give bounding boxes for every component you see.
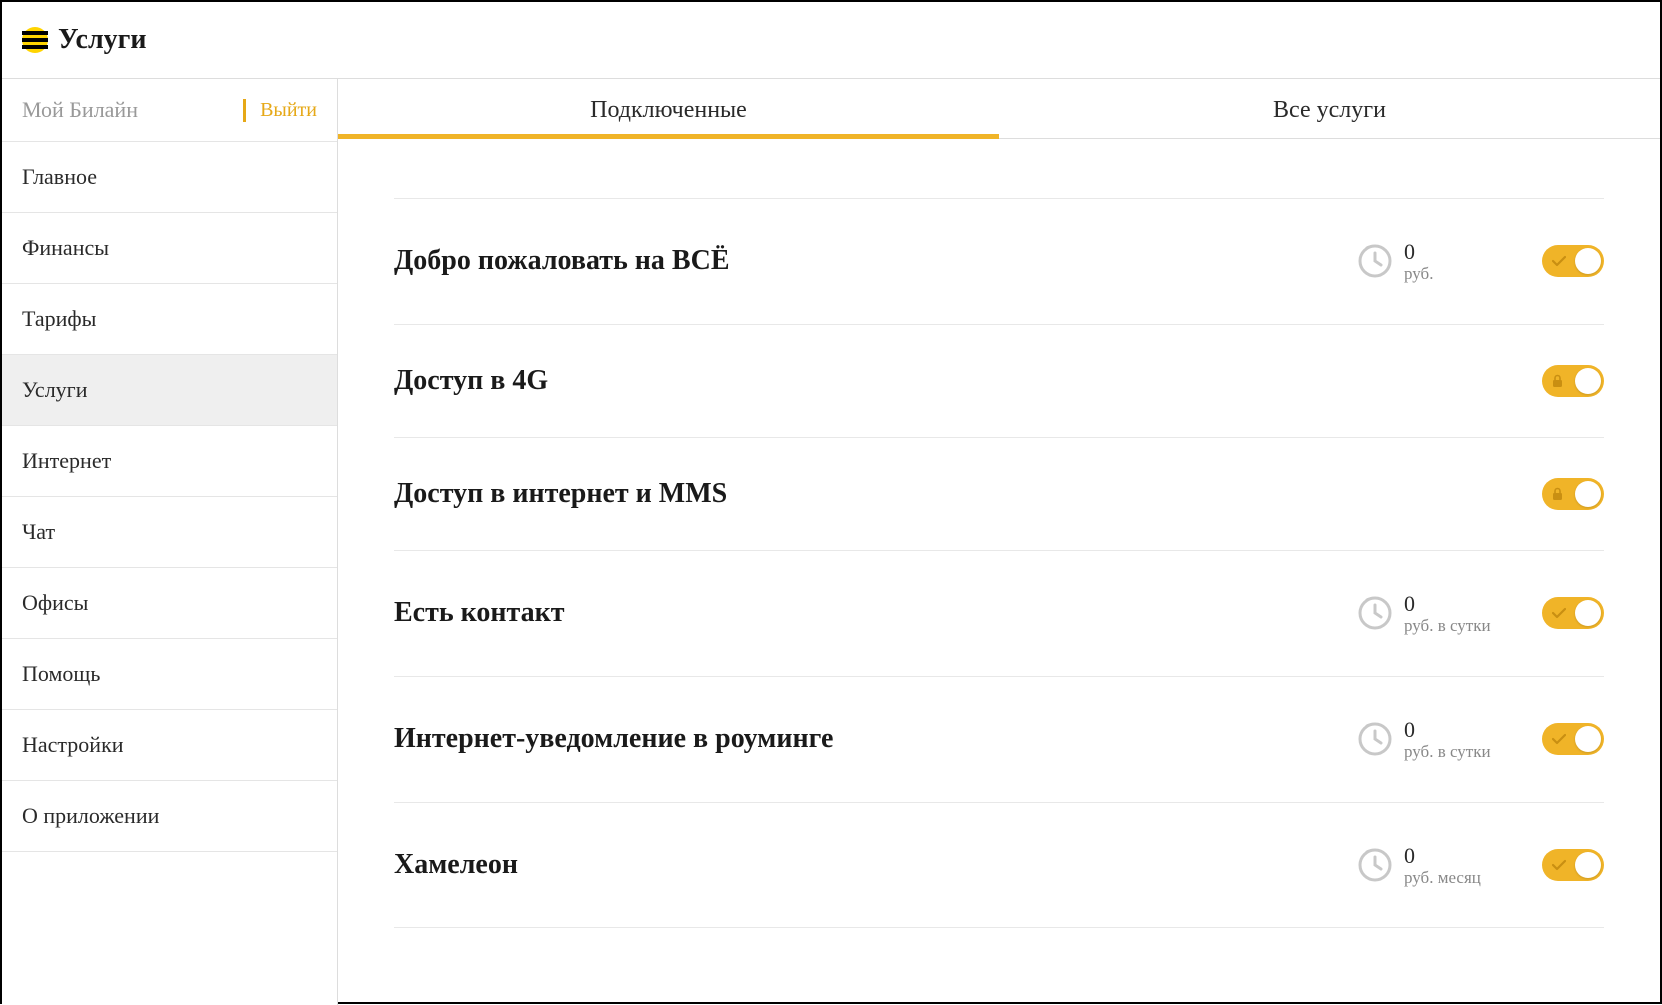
toggle-indicator <box>1552 859 1566 871</box>
sidebar-item-1[interactable]: Финансы <box>2 213 337 284</box>
service-toggle[interactable] <box>1542 597 1604 629</box>
price-amount: 0 <box>1404 843 1481 868</box>
service-title[interactable]: Интернет-уведомление в роуминге <box>394 723 1334 755</box>
price-text: 0руб. в сутки <box>1404 591 1491 636</box>
service-row: Интернет-уведомление в роуминге 0руб. в с… <box>394 677 1604 803</box>
toggle-knob <box>1575 481 1601 507</box>
sidebar-item-7[interactable]: Помощь <box>2 639 337 710</box>
sidebar-nav: ГлавноеФинансыТарифыУслугиИнтернетЧатОфи… <box>2 142 337 852</box>
price-unit: руб. месяц <box>1404 868 1481 888</box>
sidebar-item-3[interactable]: Услуги <box>2 355 337 426</box>
main: ПодключенныеВсе услуги Добро пожаловать … <box>338 79 1660 1005</box>
price-text: 0руб. месяц <box>1404 843 1481 888</box>
toggle-knob <box>1575 600 1601 626</box>
price-block: 0руб. <box>1358 239 1518 284</box>
price-amount: 0 <box>1404 591 1491 616</box>
price-unit: руб. в сутки <box>1404 616 1491 636</box>
sidebar-item-0[interactable]: Главное <box>2 142 337 213</box>
logout-button[interactable]: Выйти <box>243 99 317 122</box>
price-amount: 0 <box>1404 717 1491 742</box>
price-unit: руб. <box>1404 264 1433 284</box>
toggle-knob <box>1575 248 1601 274</box>
price-block: 0руб. в сутки <box>1358 717 1518 762</box>
service-title[interactable]: Доступ в интернет и MMS <box>394 478 1334 510</box>
sidebar-item-6[interactable]: Офисы <box>2 568 337 639</box>
sidebar-top: Мой Билайн Выйти <box>2 79 337 142</box>
price-block: 0руб. в сутки <box>1358 591 1518 636</box>
toggle-indicator <box>1552 255 1566 267</box>
service-row: Доступ в интернет и MMS <box>394 438 1604 551</box>
sidebar-item-8[interactable]: Настройки <box>2 710 337 781</box>
clock-icon <box>1358 596 1392 630</box>
price-block: 0руб. месяц <box>1358 843 1518 888</box>
beeline-logo-icon <box>22 27 48 53</box>
toggle-knob <box>1575 726 1601 752</box>
service-row: Хамелеон 0руб. месяц <box>394 803 1604 929</box>
clock-icon <box>1358 244 1392 278</box>
price-unit: руб. в сутки <box>1404 742 1491 762</box>
service-row: Доступ в 4G <box>394 325 1604 438</box>
check-icon <box>1552 733 1566 745</box>
lock-icon <box>1552 487 1563 501</box>
service-toggle[interactable] <box>1542 849 1604 881</box>
toggle-indicator <box>1552 487 1563 501</box>
clock-icon <box>1358 722 1392 756</box>
sidebar-item-5[interactable]: Чат <box>2 497 337 568</box>
clock-icon <box>1358 848 1392 882</box>
toggle-knob <box>1575 368 1601 394</box>
service-title[interactable]: Хамелеон <box>394 849 1334 881</box>
content: Добро пожаловать на ВСЁ0руб.Доступ в 4GД… <box>338 139 1660 1005</box>
service-title[interactable]: Доступ в 4G <box>394 365 1334 397</box>
service-toggle[interactable] <box>1542 245 1604 277</box>
lock-icon <box>1552 374 1563 388</box>
tabs: ПодключенныеВсе услуги <box>338 79 1660 139</box>
sidebar: Мой Билайн Выйти ГлавноеФинансыТарифыУсл… <box>2 79 338 1005</box>
price-amount: 0 <box>1404 239 1433 264</box>
toggle-indicator <box>1552 374 1563 388</box>
page-title: Услуги <box>58 24 147 56</box>
service-toggle[interactable] <box>1542 723 1604 755</box>
service-title[interactable]: Добро пожаловать на ВСЁ <box>394 245 1334 277</box>
tab-1[interactable]: Все услуги <box>999 79 1660 138</box>
check-icon <box>1552 859 1566 871</box>
sidebar-item-9[interactable]: О приложении <box>2 781 337 852</box>
sidebar-brand: Мой Билайн <box>22 97 138 123</box>
check-icon <box>1552 607 1566 619</box>
toggle-indicator <box>1552 607 1566 619</box>
partial-row-above <box>394 139 1604 199</box>
sidebar-item-2[interactable]: Тарифы <box>2 284 337 355</box>
check-icon <box>1552 255 1566 267</box>
service-row: Есть контакт 0руб. в сутки <box>394 551 1604 677</box>
toggle-knob <box>1575 852 1601 878</box>
tab-0[interactable]: Подключенные <box>338 79 999 138</box>
price-text: 0руб. в сутки <box>1404 717 1491 762</box>
sidebar-item-4[interactable]: Интернет <box>2 426 337 497</box>
toggle-indicator <box>1552 733 1566 745</box>
price-text: 0руб. <box>1404 239 1433 284</box>
service-title[interactable]: Есть контакт <box>394 597 1334 629</box>
service-toggle[interactable] <box>1542 365 1604 397</box>
service-toggle[interactable] <box>1542 478 1604 510</box>
header: Услуги <box>2 2 1660 79</box>
service-row: Добро пожаловать на ВСЁ 0руб. <box>394 199 1604 325</box>
